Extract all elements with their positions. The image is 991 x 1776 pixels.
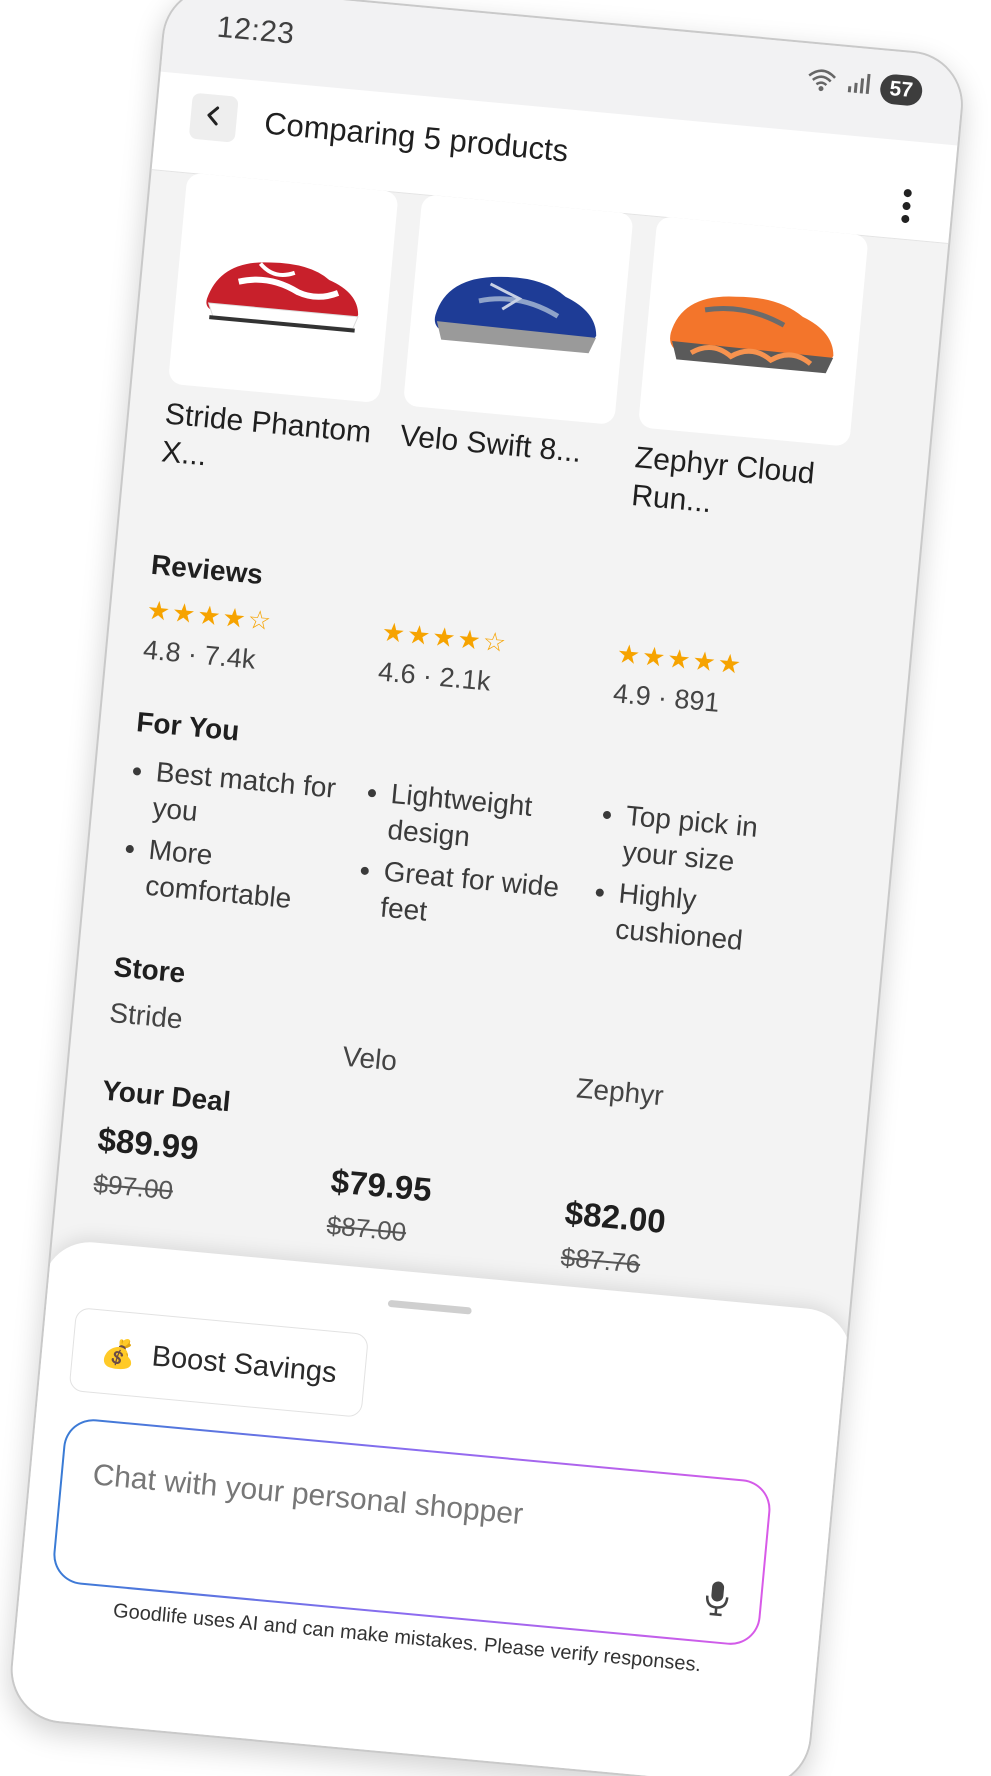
wifi-icon (805, 65, 838, 99)
rating-value[interactable]: 4.9 · 891 (612, 678, 830, 729)
store-name[interactable]: Zephyr (575, 1072, 793, 1124)
deal-price: $89.99 (96, 1120, 201, 1167)
product-image[interactable] (402, 194, 634, 425)
for-you-item: Highly cushioned (614, 875, 812, 964)
boost-savings-label: Boost Savings (150, 1339, 339, 1389)
product-column: Velo Swift 8... (395, 194, 638, 513)
page-title: Comparing 5 products (262, 105, 570, 169)
deal-price: $82.00 (563, 1193, 668, 1241)
reviews-label: Reviews (149, 548, 265, 591)
deal-price: $79.95 (329, 1162, 434, 1209)
review-cell: ★★★★☆ 4.8 · 7.4k (142, 595, 364, 686)
store-label: Store (112, 951, 187, 989)
boost-savings-chip[interactable]: 💰 Boost Savings (68, 1307, 370, 1418)
store-name[interactable]: Velo (341, 1041, 559, 1093)
for-you-list: Lightweight design Great for wide feet (355, 774, 584, 943)
for-you-item: Best match for you (151, 754, 349, 843)
product-name[interactable]: Velo Swift 8... (395, 417, 617, 513)
blue-running-shoe-icon (423, 244, 613, 375)
sheet-drag-handle[interactable] (387, 1299, 472, 1315)
deal-cell: $82.00 $87.76 (560, 1194, 782, 1293)
product-image[interactable] (637, 216, 869, 447)
money-bag-icon: 💰 (99, 1336, 138, 1371)
deal-cell: $79.95 $87.00 (325, 1162, 547, 1261)
for-you-cell: Lightweight design Great for wide feet (354, 774, 583, 949)
status-time: 12:23 (215, 10, 296, 51)
comparison-grid: Stride Phantom X... Velo Swift 8... Zeph… (50, 169, 948, 1338)
rating-value[interactable]: 4.8 · 7.4k (142, 634, 360, 685)
product-image[interactable] (167, 172, 399, 404)
more-options-button[interactable] (889, 184, 923, 233)
orange-running-shoe-icon (658, 266, 848, 397)
for-you-cell: Top pick in your size Highly cushioned (589, 796, 818, 971)
for-you-item: Lightweight design (386, 776, 584, 865)
product-name[interactable]: Stride Phantom X... (160, 396, 382, 492)
product-name[interactable]: Zephyr Cloud Run... (630, 439, 852, 535)
store-name[interactable]: Stride (108, 997, 326, 1049)
for-you-list: Top pick in your size Highly cushioned (590, 796, 819, 965)
for-you-item: More comfortable (144, 832, 342, 921)
chat-bottom-sheet: 💰 Boost Savings Goodlife us (5, 1238, 856, 1776)
more-vertical-icon (899, 187, 913, 229)
chevron-left-icon (202, 103, 226, 132)
for-you-cell: Best match for you More comfortable (119, 752, 348, 927)
original-price: $87.00 (325, 1209, 408, 1248)
your-deal-label: Your Deal (100, 1074, 232, 1118)
for-you-item: Great for wide feet (379, 854, 577, 943)
status-icons: 57 (805, 65, 924, 107)
for-you-label: For You (135, 706, 241, 747)
stage: 12:23 57 Comparing 5 products Stride Pha… (0, 0, 991, 1776)
original-price: $87.76 (559, 1241, 642, 1279)
review-cell: ★★★★☆ 4.6 · 2.1k (377, 616, 599, 707)
product-column: Stride Phantom X... (160, 172, 403, 491)
deal-cell: $89.99 $97.00 (92, 1120, 314, 1219)
signal-icon (845, 70, 872, 101)
phone-frame: 12:23 57 Comparing 5 products Stride Pha… (5, 0, 968, 1776)
rating-value[interactable]: 4.6 · 2.1k (377, 656, 595, 707)
chat-input[interactable] (89, 1457, 655, 1546)
back-button[interactable] (188, 92, 239, 143)
red-running-shoe-icon (194, 228, 373, 348)
battery-indicator: 57 (878, 72, 924, 107)
original-price: $97.00 (92, 1168, 175, 1206)
product-column: Zephyr Cloud Run... (630, 216, 873, 535)
review-cell: ★★★★★ 4.9 · 891 (612, 638, 834, 729)
for-you-item: Top pick in your size (621, 798, 819, 887)
for-you-list: Best match for you More comfortable (120, 752, 349, 921)
microphone-icon[interactable] (702, 1578, 732, 1623)
